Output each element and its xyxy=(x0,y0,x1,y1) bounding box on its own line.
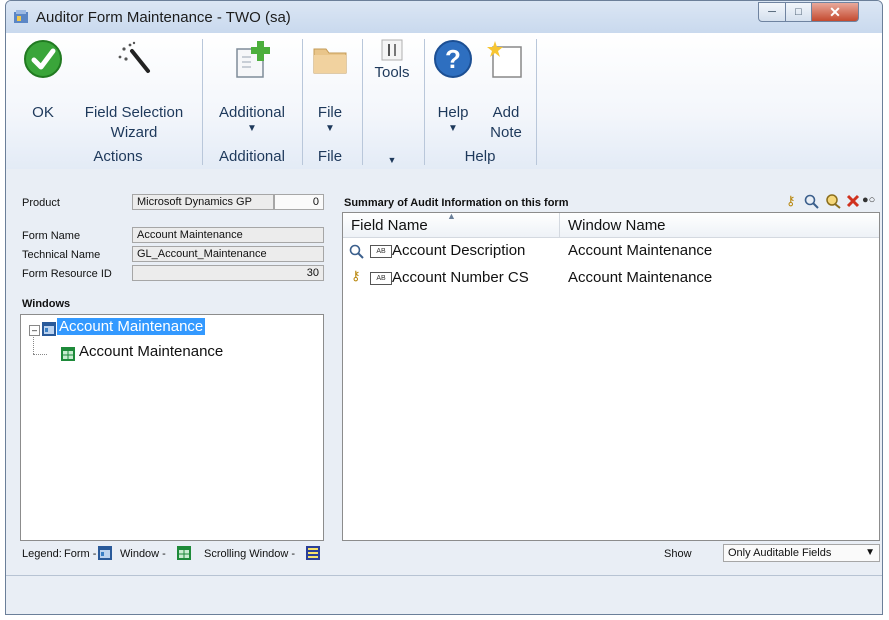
maximize-button[interactable]: □ xyxy=(785,2,812,22)
show-label: Show xyxy=(664,548,692,560)
form-icon xyxy=(42,322,56,336)
additional-button[interactable]: Additional ▼ xyxy=(206,39,298,135)
ok-button[interactable]: OK xyxy=(14,39,72,123)
scrolling-window-icon xyxy=(306,546,320,560)
status-bar xyxy=(6,575,882,614)
legend-scrolling-window-label: Scrolling Window - xyxy=(204,548,296,560)
form-name-field: Account Maintenance xyxy=(132,227,324,243)
auditor-form-window: Auditor Form Maintenance - TWO (sa) ─ □ … xyxy=(5,0,883,615)
help-question-icon: ? xyxy=(434,40,472,78)
product-id-field: 0 xyxy=(274,194,324,210)
column-header-field-name[interactable]: Field Name xyxy=(351,217,428,234)
group-label-help: Help xyxy=(464,148,496,165)
tree-line xyxy=(33,354,47,356)
close-button[interactable]: ✕ xyxy=(811,2,859,22)
tools-group-expander[interactable]: ▼ xyxy=(366,155,418,165)
key-icon: ⚷ xyxy=(351,268,361,283)
summary-title: Summary of Audit Information on this for… xyxy=(344,197,569,209)
ok-check-icon xyxy=(24,40,62,78)
group-label-actions: Actions xyxy=(93,148,143,165)
group-separator xyxy=(536,39,537,165)
form-icon xyxy=(98,546,112,560)
tree-node-child[interactable]: Account Maintenance xyxy=(79,343,223,360)
field-selection-wizard-button[interactable]: Field Selection Wizard xyxy=(76,39,192,143)
window-title: Auditor Form Maintenance - TWO (sa) xyxy=(36,9,291,26)
window-icon xyxy=(177,546,191,560)
file-label: File xyxy=(317,104,343,121)
chevron-down-icon: ▼ xyxy=(865,547,875,558)
legend-window-label: Window - xyxy=(120,548,166,560)
tools-button[interactable]: Tools xyxy=(366,39,418,83)
tools-label: Tools xyxy=(374,64,410,81)
group-label-file: File xyxy=(317,148,343,165)
audit-fields-grid[interactable]: Field Name ▲ Window Name AB Account Desc… xyxy=(342,211,880,541)
help-label: Help xyxy=(437,104,469,121)
group-separator xyxy=(424,39,425,165)
ribbon: OK Field Selection Wizard Actions Additi… xyxy=(6,33,882,170)
add-document-icon xyxy=(236,41,270,78)
group-separator xyxy=(202,39,203,165)
tools-icon xyxy=(381,39,403,61)
form-resource-id-label: Form Resource ID xyxy=(22,268,112,280)
help-dropdown-arrow: ▼ xyxy=(448,123,458,134)
table-row-field[interactable]: Account Number CS xyxy=(392,269,529,286)
form-resource-id-field: 30 xyxy=(132,265,324,281)
title-bar: Auditor Form Maintenance - TWO (sa) ─ □ … xyxy=(6,1,882,33)
product-label: Product xyxy=(22,197,60,209)
table-row-field[interactable]: Account Description xyxy=(392,242,525,259)
view-options-icon[interactable]: ●○ xyxy=(862,194,875,206)
windows-label: Windows xyxy=(22,298,71,310)
add-note-button[interactable]: Add Note xyxy=(480,39,532,143)
legend-label: Legend: xyxy=(22,548,62,560)
group-separator xyxy=(362,39,363,165)
windows-tree[interactable]: – Account Maintenance Account Maintenanc… xyxy=(20,314,324,541)
show-dropdown[interactable]: Only Auditable Fields ▼ xyxy=(723,544,880,562)
table-row-window[interactable]: Account Maintenance xyxy=(568,269,712,286)
text-field-icon: AB xyxy=(370,245,392,258)
folder-icon xyxy=(313,48,347,74)
technical-name-field: GL_Account_Maintenance xyxy=(132,246,324,262)
magic-wand-icon xyxy=(118,41,150,73)
column-header-window-name[interactable]: Window Name xyxy=(568,217,666,234)
technical-name-label: Technical Name xyxy=(22,249,101,261)
minimize-button[interactable]: ─ xyxy=(758,2,786,22)
svg-text:?: ? xyxy=(445,44,461,74)
window-icon xyxy=(61,347,75,361)
group-separator xyxy=(302,39,303,165)
magnifier-icon xyxy=(349,244,364,259)
field-selection-label-line1: Field Selection xyxy=(84,104,184,121)
tree-line xyxy=(33,335,35,354)
help-button[interactable]: ? Help ▼ xyxy=(428,39,478,135)
product-field: Microsoft Dynamics GP xyxy=(132,194,274,210)
field-selection-label-line2: Wizard xyxy=(110,124,158,141)
find-magnifier-icon[interactable] xyxy=(824,193,841,209)
magnifier-icon[interactable] xyxy=(804,194,819,209)
file-button[interactable]: File ▼ xyxy=(306,39,354,135)
group-label-additional: Additional xyxy=(219,148,285,165)
additional-dropdown-arrow: ▼ xyxy=(247,123,257,134)
additional-label: Additional xyxy=(219,104,285,121)
sort-ascending-icon: ▲ xyxy=(447,211,456,221)
delete-icon[interactable] xyxy=(846,194,860,208)
form-name-label: Form Name xyxy=(22,230,81,242)
table-row-window[interactable]: Account Maintenance xyxy=(568,242,712,259)
ok-label: OK xyxy=(32,104,54,121)
text-field-icon: AB xyxy=(370,272,392,285)
add-note-icon xyxy=(487,41,522,78)
file-dropdown-arrow: ▼ xyxy=(325,123,335,134)
add-note-label-line1: Add xyxy=(492,104,520,121)
show-dropdown-value: Only Auditable Fields xyxy=(728,547,832,559)
key-icon[interactable]: ⚷ xyxy=(786,193,796,209)
form-content: Product Microsoft Dynamics GP 0 Form Nam… xyxy=(6,169,882,575)
tree-node-root[interactable]: Account Maintenance xyxy=(57,318,206,335)
column-divider xyxy=(559,213,560,237)
add-note-label-line2: Note xyxy=(490,124,522,141)
legend-form-label: Form - xyxy=(64,548,97,560)
app-icon xyxy=(14,10,28,23)
